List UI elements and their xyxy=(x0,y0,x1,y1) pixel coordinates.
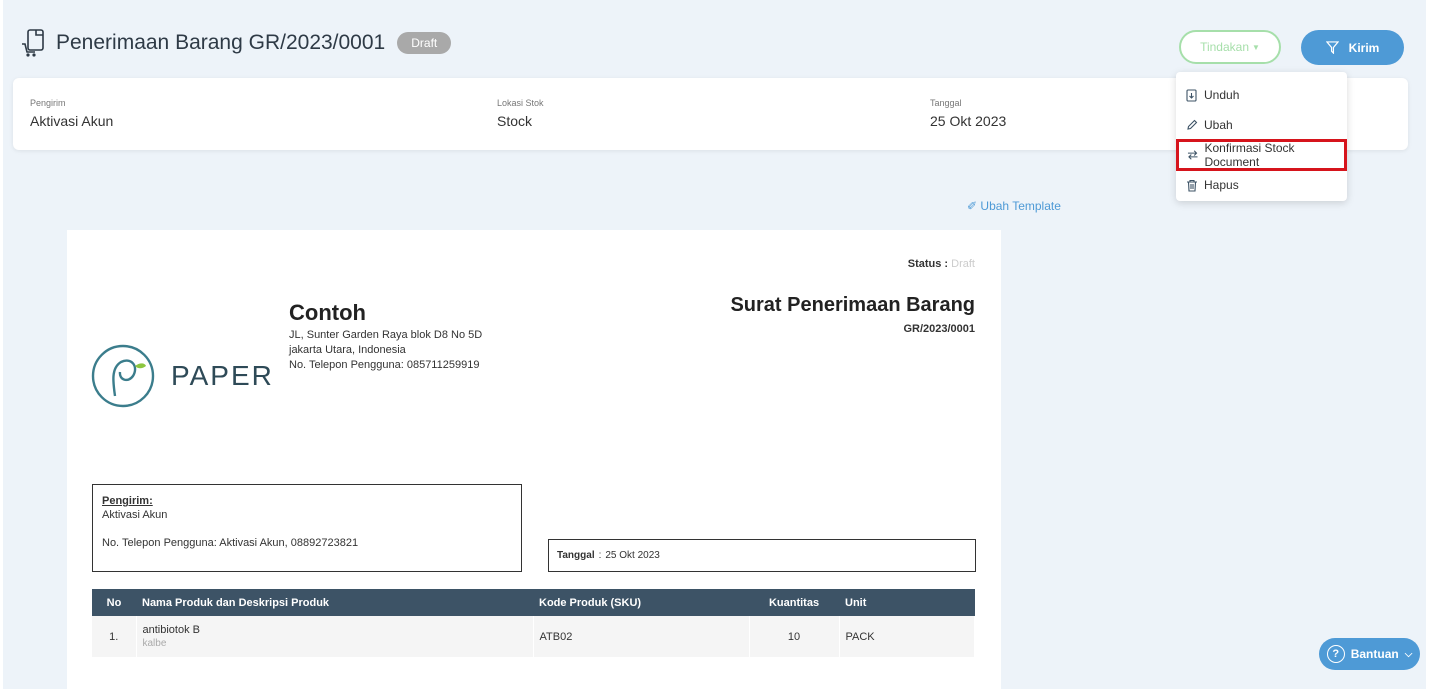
sender-value: Aktivasi Akun xyxy=(30,113,114,129)
sender-label: Pengirim xyxy=(30,98,66,108)
company-address-line1: JL, Sunter Garden Raya blok D8 No 5D xyxy=(289,329,483,341)
sender-field: Pengirim Aktivasi Akun xyxy=(30,98,113,129)
cell-unit: PACK xyxy=(839,616,975,657)
sender-box: Pengirim: Aktivasi Akun No. Telepon Peng… xyxy=(92,484,522,572)
menu-item-ubah[interactable]: Ubah xyxy=(1176,110,1347,140)
menu-item-konfirmasi-stock-document[interactable]: Konfirmasi Stock Document xyxy=(1176,139,1347,171)
table-row: 1. antibiotok B kalbe ATB02 10 PACK xyxy=(92,616,975,657)
menu-item-label: Konfirmasi Stock Document xyxy=(1204,141,1295,169)
date-value: 25 Okt 2023 xyxy=(930,113,1007,129)
sender-box-name: Aktivasi Akun xyxy=(102,509,168,521)
chevron-down-icon: ⌵ xyxy=(1404,648,1413,660)
company-name: Contoh xyxy=(289,300,366,325)
pencil-icon xyxy=(1187,119,1198,130)
download-icon xyxy=(1186,88,1197,102)
company-logo: PAPER xyxy=(91,344,274,408)
change-template-label: Ubah Template xyxy=(980,199,1061,213)
document-number: GR/2023/0001 xyxy=(903,323,975,335)
menu-item-unduh[interactable]: Unduh xyxy=(1176,80,1347,110)
menu-item-label: Hapus xyxy=(1204,178,1239,192)
menu-item-label: Ubah xyxy=(1204,118,1233,132)
document-status-label: Status : xyxy=(907,258,949,270)
actions-button-label: Tindakan xyxy=(1200,40,1249,54)
date-label: Tanggal xyxy=(930,98,962,108)
document-status: Status : Draft xyxy=(908,258,975,270)
send-button[interactable]: Kirim xyxy=(1301,30,1404,65)
menu-item-label: Unduh xyxy=(1204,88,1240,102)
page-header: Penerimaan Barang GR/2023/0001 Draft xyxy=(20,28,452,58)
trash-icon xyxy=(1187,179,1197,192)
cell-product: antibiotok B kalbe xyxy=(136,616,534,657)
logo-text: PAPER xyxy=(171,360,274,391)
sender-box-phone: No. Telepon Pengguna: Aktivasi Akun, 088… xyxy=(102,537,359,549)
product-desc: kalbe xyxy=(142,638,167,649)
page-title: Penerimaan Barang GR/2023/0001 xyxy=(56,31,386,54)
help-button-label: Bantuan xyxy=(1350,647,1399,661)
send-button-label: Kirim xyxy=(1348,40,1380,55)
cell-qty: 10 xyxy=(749,616,840,657)
menu-item-hapus[interactable]: Hapus xyxy=(1176,170,1347,200)
change-template-link[interactable]: ✐ Ubah Template xyxy=(967,199,1061,213)
paper-logo-icon xyxy=(91,344,155,408)
col-product: Nama Produk dan Deskripsi Produk xyxy=(142,596,330,609)
goods-receipt-icon xyxy=(22,29,44,57)
product-table: No Nama Produk dan Deskripsi Produk Kode… xyxy=(92,589,975,657)
col-no: No xyxy=(106,596,122,609)
table-header-row: No Nama Produk dan Deskripsi Produk Kode… xyxy=(92,589,975,616)
caret-down-icon: ▼ xyxy=(1252,42,1260,52)
date-box-label: Tanggal xyxy=(557,550,595,561)
swap-icon xyxy=(1187,150,1198,160)
date-box-separator: : xyxy=(598,550,602,561)
actions-dropdown-menu: Unduh Ubah Konfirmasi Stock Document Hap… xyxy=(1176,72,1347,201)
stock-location-value: Stock xyxy=(497,113,533,129)
stock-location-field: Lokasi Stok Stock xyxy=(497,98,544,129)
product-name: antibiotok B xyxy=(142,624,200,636)
send-icon xyxy=(1325,41,1339,54)
col-sku: Kode Produk (SKU) xyxy=(539,596,642,609)
cell-sku: ATB02 xyxy=(533,616,750,657)
document-title: Surat Penerimaan Barang xyxy=(730,294,975,316)
col-qty: Kuantitas xyxy=(768,596,820,609)
cell-no: 1. xyxy=(92,616,137,657)
col-unit: Unit xyxy=(845,596,867,609)
company-address-line2: jakarta Utara, Indonesia xyxy=(289,344,406,356)
pencil-icon: ✐ xyxy=(967,199,978,213)
document-preview: Status : Draft PAPER Contoh JL, Sunter G… xyxy=(67,230,1001,689)
date-field: Tanggal 25 Okt 2023 xyxy=(930,98,1006,129)
stock-location-label: Lokasi Stok xyxy=(497,98,544,108)
status-badge: Draft xyxy=(397,32,452,54)
question-icon: ? xyxy=(1326,645,1345,663)
company-info: Contoh JL, Sunter Garden Raya blok D8 No… xyxy=(289,300,482,371)
help-button[interactable]: ? Bantuan ⌵ xyxy=(1319,638,1420,670)
document-status-value: Draft xyxy=(951,258,975,270)
document-title-block: Surat Penerimaan Barang GR/2023/0001 xyxy=(730,294,975,335)
actions-button[interactable]: Tindakan ▼ xyxy=(1179,30,1281,64)
date-box-value: 25 Okt 2023 xyxy=(605,550,660,561)
sender-box-label: Pengirim: xyxy=(102,495,153,507)
date-box: Tanggal : 25 Okt 2023 xyxy=(548,539,976,572)
company-phone: No. Telepon Pengguna: 085711259919 xyxy=(289,359,480,371)
